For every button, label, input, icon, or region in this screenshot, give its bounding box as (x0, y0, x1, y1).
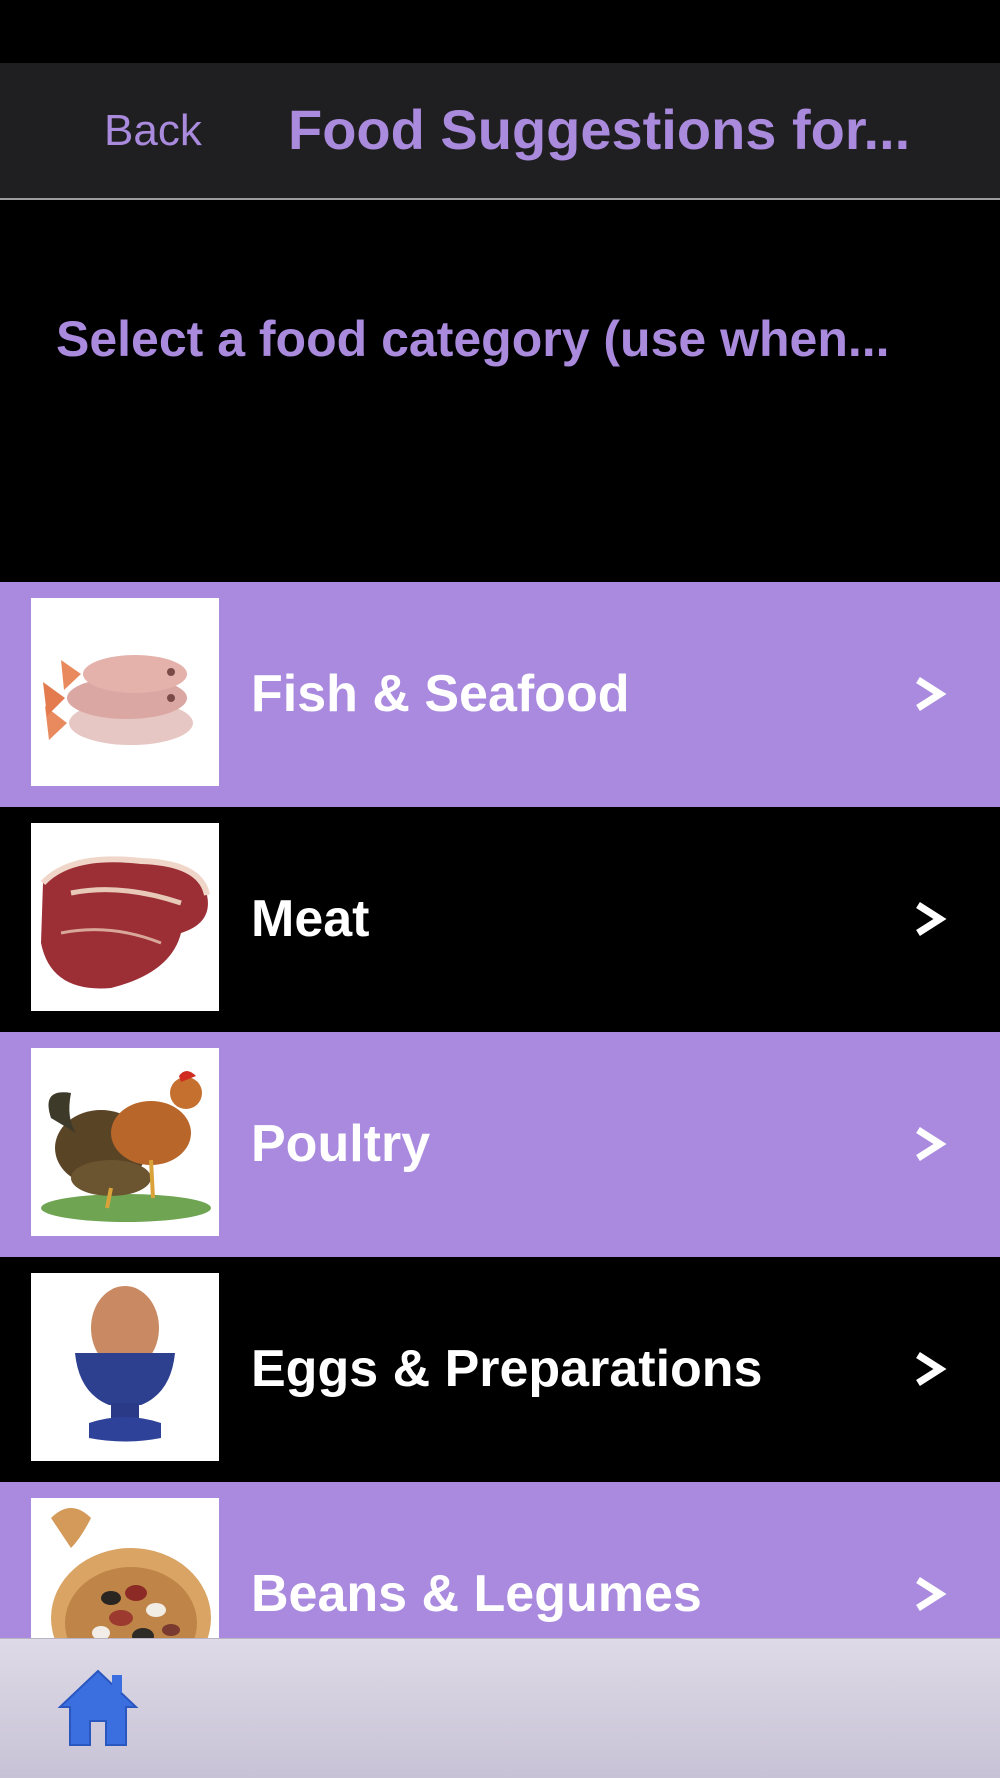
beans-spoon-image (31, 1498, 219, 1638)
chevron-right-icon (916, 1352, 947, 1386)
egg-cup-image (31, 1273, 219, 1461)
category-label: Beans & Legumes (251, 1565, 702, 1623)
chevron-right-icon (916, 902, 947, 936)
category-label: Poultry (251, 1115, 431, 1173)
category-label: Meat (251, 890, 370, 948)
category-row-meat[interactable]: Meat (0, 807, 1000, 1032)
category-row-fish-seafood[interactable]: Fish & Seafood (0, 582, 1000, 807)
chevron-right-icon (916, 1577, 947, 1611)
status-bar (0, 0, 1000, 63)
category-list: Fish & Seafood Meat Poultry Eggs & Prepa… (0, 582, 1000, 1638)
steak-image (31, 823, 219, 1011)
chevron-right-icon (916, 677, 947, 711)
chicken-image (31, 1048, 219, 1236)
category-row-poultry[interactable]: Poultry (0, 1032, 1000, 1257)
fish-image (31, 598, 219, 786)
category-label: Fish & Seafood (251, 665, 630, 723)
home-icon[interactable] (56, 1665, 140, 1749)
tab-bar (0, 1638, 1000, 1778)
category-row-eggs[interactable]: Eggs & Preparations (0, 1257, 1000, 1482)
navigation-bar: Back Food Suggestions for... (0, 63, 1000, 200)
chevron-right-icon (916, 1127, 947, 1161)
category-label: Eggs & Preparations (251, 1340, 763, 1398)
category-row-beans[interactable]: Beans & Legumes (0, 1482, 1000, 1638)
category-prompt: Select a food category (use when... (56, 311, 890, 367)
back-button[interactable]: Back (104, 109, 202, 153)
nav-title: Food Suggestions for... (288, 98, 911, 161)
